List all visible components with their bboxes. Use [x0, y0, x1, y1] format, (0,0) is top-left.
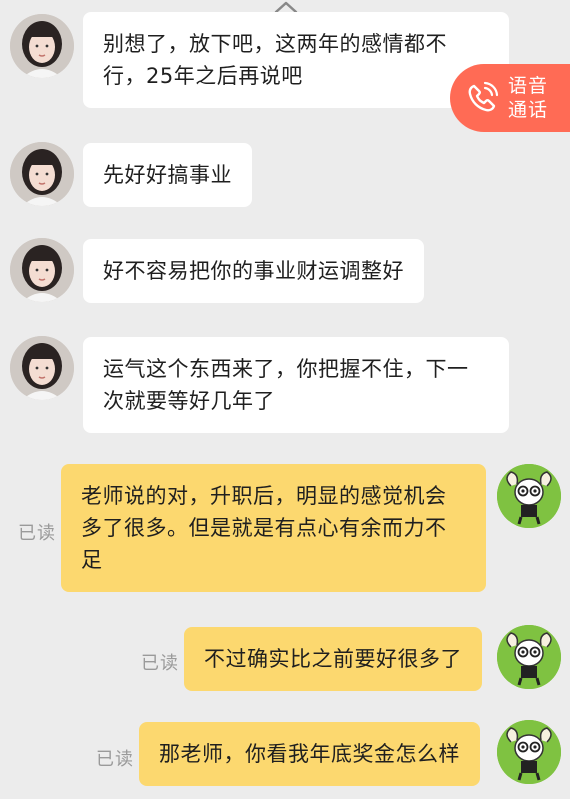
avatar[interactable] — [10, 142, 74, 206]
outgoing-message: 那老师，你看我年底奖金怎么样 — [139, 722, 480, 786]
avatar[interactable] — [10, 14, 74, 78]
avatar[interactable] — [10, 336, 74, 400]
incoming-message: 运气这个东西来了，你把握不住，下一次就要等好几年了 — [83, 337, 509, 433]
avatar[interactable] — [497, 464, 561, 528]
incoming-message: 先好好搞事业 — [83, 143, 252, 207]
phone-icon — [468, 81, 499, 112]
voice-call-label: 语音通话 — [508, 75, 549, 121]
read-status: 已读 — [141, 653, 179, 674]
avatar[interactable] — [497, 625, 561, 689]
avatar[interactable] — [10, 238, 74, 302]
outgoing-message: 老师说的对，升职后，明显的感觉机会多了很多。但是就是有点心有余而力不足 — [61, 464, 486, 592]
incoming-message: 好不容易把你的事业财运调整好 — [83, 239, 424, 303]
voice-call-button[interactable]: 语音通话 — [450, 64, 570, 132]
avatar[interactable] — [497, 720, 561, 784]
incoming-message: 别想了，放下吧，这两年的感情都不行，25年之后再说吧 — [83, 12, 509, 108]
read-status: 已读 — [96, 749, 134, 770]
read-status: 已读 — [18, 523, 56, 544]
outgoing-message: 不过确实比之前要好很多了 — [184, 627, 482, 691]
